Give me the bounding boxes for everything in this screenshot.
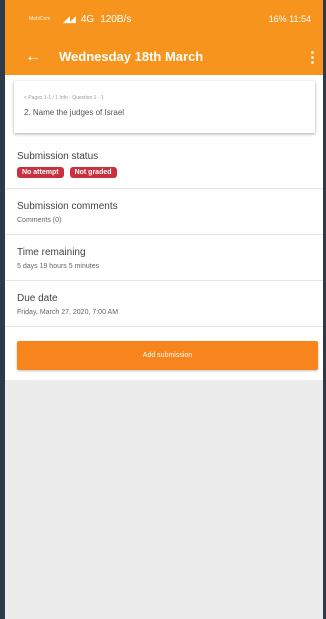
not-graded-badge: Not graded xyxy=(69,167,117,178)
submission-comments-section[interactable]: Submission comments Comments (0) xyxy=(5,189,323,235)
more-options-icon[interactable]: ⋮ xyxy=(305,48,320,66)
due-date-section: Due date Friday, March 27, 2020, 7:00 AM xyxy=(5,281,323,327)
no-attempt-badge: No attempt xyxy=(17,167,64,178)
status-left: MobiCom ◢◢ 4G 120B/s xyxy=(29,14,131,25)
action-area: Add submission xyxy=(5,327,323,380)
submission-status-label: Submission status xyxy=(17,151,99,162)
question-breadcrumb: < Pages 1-1 / 1 Info - Question 1 - 1 xyxy=(24,95,104,101)
time-remaining-label: Time remaining xyxy=(17,247,86,258)
submission-status-section: Submission status No attempt Not graded xyxy=(5,139,323,189)
due-date-value: Friday, March 27, 2020, 7:00 AM xyxy=(17,309,119,316)
question-card[interactable]: < Pages 1-1 / 1 Info - Question 1 - 1 2.… xyxy=(14,81,315,133)
time-remaining-section: Time remaining 5 days 19 hours 5 minutes xyxy=(5,235,323,281)
app-bar: ← Wednesday 18th March ⋮ xyxy=(5,38,323,75)
add-submission-button[interactable]: Add submission xyxy=(17,341,318,370)
due-date-label: Due date xyxy=(17,293,58,304)
submission-comments-label: Submission comments xyxy=(17,201,118,212)
network-speed: 120B/s xyxy=(100,13,132,25)
question-text: 2. Name the judges of Israel xyxy=(24,108,125,117)
page-title: Wednesday 18th March xyxy=(59,49,204,64)
back-arrow-icon[interactable]: ← xyxy=(25,48,47,66)
network-type: 4G xyxy=(80,13,95,25)
carrier-name: MobiCom xyxy=(29,16,51,22)
status-bar: MobiCom ◢◢ 4G 120B/s 16% 11:54 xyxy=(5,0,323,38)
time-remaining-value: 5 days 19 hours 5 minutes xyxy=(17,263,100,270)
comments-count[interactable]: Comments (0) xyxy=(17,217,311,224)
battery-and-clock: 16% 11:54 xyxy=(268,14,311,24)
phone-screen: MobiCom ◢◢ 4G 120B/s 16% 11:54 ← Wednesd… xyxy=(5,0,323,619)
assignment-details: < Pages 1-1 / 1 Info - Question 1 - 1 2.… xyxy=(5,75,323,380)
signal-icon: ◢◢ xyxy=(63,13,76,24)
status-badges: No attempt Not graded xyxy=(17,167,311,178)
